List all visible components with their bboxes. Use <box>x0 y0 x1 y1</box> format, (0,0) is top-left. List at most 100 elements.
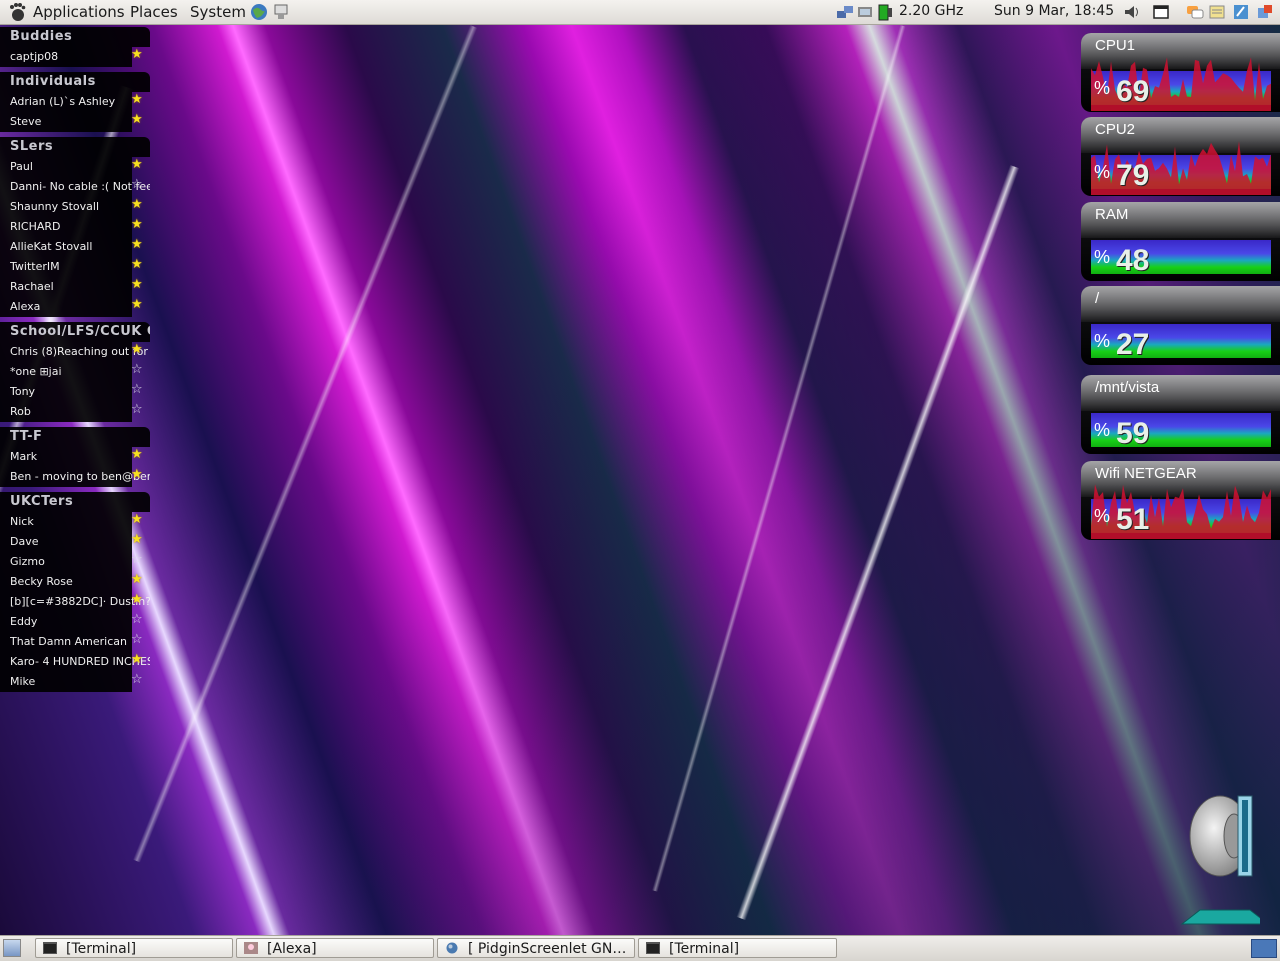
volume-icon[interactable] <box>1123 3 1141 21</box>
status-star-icon: ★ <box>131 197 143 212</box>
percent-sign: % <box>1094 331 1111 351</box>
notes-icon[interactable] <box>1208 3 1226 21</box>
buddy-group-header[interactable]: SLers <box>0 137 150 157</box>
buddy-name: Alexa <box>10 300 41 313</box>
buddy-list-item[interactable]: That Damn American ☆ <box>0 632 143 652</box>
speaker-volume-widget[interactable] <box>1180 792 1260 932</box>
buddy-list-item[interactable]: AllieKat Stovall ★ <box>0 237 143 257</box>
buddy-list-item[interactable]: Mark ★ <box>0 447 143 467</box>
percent-sign: % <box>1094 247 1111 267</box>
monitor-label: /mnt/vista <box>1095 379 1160 396</box>
cpu-frequency[interactable]: 2.20 GHz <box>899 3 963 19</box>
buddy-list-item[interactable]: Adrian (L)`s Ashley ★ <box>0 92 143 112</box>
buddy-list-item[interactable]: Becky Rose ★ <box>0 572 143 592</box>
system-monitor-widget[interactable]: RAM% 48 <box>1081 202 1280 281</box>
taskbar-item-label: [Terminal] <box>669 941 740 957</box>
buddy-list-item[interactable]: Paul ★ <box>0 157 143 177</box>
buddy-name: *one ⊞jai <box>10 365 62 378</box>
terminal-icon <box>646 942 660 954</box>
mail-launcher-icon[interactable] <box>272 3 290 21</box>
places-menu[interactable]: Places <box>130 3 178 21</box>
window-list-icon[interactable] <box>1152 3 1170 21</box>
status-star-icon: ☆ <box>131 632 143 647</box>
buddy-name: Adrian (L)`s Ashley <box>10 95 116 108</box>
system-monitor-widget[interactable]: CPU1% 69 <box>1081 33 1280 112</box>
monitor-label: / <box>1095 290 1100 307</box>
buddy-list-item[interactable]: Mike ☆ <box>0 672 143 692</box>
buddy-name: Mike <box>10 675 36 688</box>
buddy-name: Steve <box>10 115 42 128</box>
buddy-list-item[interactable]: Nick ★ <box>0 512 143 532</box>
buddy-list-item[interactable]: Dave ★ <box>0 532 143 552</box>
buddy-list-item[interactable]: Danni- No cable :( Not feelinc☆ <box>0 177 150 197</box>
taskbar-item-terminal-1[interactable]: [Terminal] <box>35 938 233 958</box>
status-star-icon: ★ <box>131 532 143 547</box>
buddy-list-item[interactable]: Steve ★ <box>0 112 143 132</box>
buddy-group-header[interactable]: School/LFS/CCUK Ol <box>0 322 150 342</box>
buddy-group-header[interactable]: UKCTers <box>0 492 150 512</box>
taskbar-item-label: [Alexa] <box>267 941 317 957</box>
widget-gloss <box>1081 286 1280 322</box>
status-star-icon: ★ <box>131 342 143 357</box>
taskbar-item-pidginscreenlet[interactable]: [ PidginScreenlet GN… <box>437 938 635 958</box>
buddy-list-item[interactable]: [b][c=#3882DC]· Dustin? ★ <box>0 592 150 612</box>
buddy-list-item[interactable]: TwitterIM ★ <box>0 257 143 277</box>
buddy-name: Mark <box>10 450 38 463</box>
taskbar-item-alexa[interactable]: [Alexa] <box>236 938 434 958</box>
percent-sign: % <box>1094 420 1111 440</box>
system-monitor-widget[interactable]: /% 27 <box>1081 286 1280 365</box>
web-browser-icon[interactable] <box>250 3 268 21</box>
top-panel: Applications Places System 2.20 GHz Sun … <box>0 0 1280 25</box>
buddy-list-item[interactable]: captjp08 ★ <box>0 47 143 67</box>
buddy-list-item[interactable]: Karo- 4 HUNDRED INCHES ★ <box>0 652 150 672</box>
buddy-name: Rob <box>10 405 31 418</box>
buddy-list-item[interactable]: Chris (8)Reaching out for ★ <box>0 342 148 362</box>
buddy-list-item[interactable]: Tony ☆ <box>0 382 143 402</box>
buddy-list-item[interactable]: RICHARD ★ <box>0 217 143 237</box>
buddy-name: Ben - moving to ben@benvc <box>10 470 150 483</box>
status-star-icon: ★ <box>131 447 143 462</box>
clock[interactable]: Sun 9 Mar, 18:45 <box>994 3 1114 19</box>
system-monitor-widget[interactable]: Wifi NETGEAR% 51 <box>1081 461 1280 540</box>
taskbar-item-terminal-2[interactable]: [Terminal] <box>638 938 837 958</box>
pidgin-icon[interactable] <box>1186 3 1204 21</box>
gnome-foot-icon[interactable] <box>8 2 26 22</box>
status-star-icon: ☆ <box>131 672 143 687</box>
buddy-name: Becky Rose <box>10 575 73 588</box>
monitor-label: CPU2 <box>1095 121 1136 138</box>
buddy-name: Gizmo <box>10 555 45 568</box>
status-star-icon: ★ <box>131 257 143 272</box>
buddy-list-item[interactable]: Rachael ★ <box>0 277 143 297</box>
terminal-icon <box>43 942 57 954</box>
buddy-list-item[interactable]: Rob ☆ <box>0 402 143 422</box>
network-manager-icon[interactable] <box>856 3 874 21</box>
system-monitor-widget[interactable]: CPU2% 79 <box>1081 117 1280 196</box>
battery-icon[interactable] <box>876 3 894 21</box>
network-icon[interactable] <box>836 3 854 21</box>
buddy-group-header[interactable]: Individuals <box>0 72 150 92</box>
applications-menu[interactable]: Applications <box>33 3 125 21</box>
buddy-group-header[interactable]: TT-F <box>0 427 150 447</box>
buddy-list-item[interactable]: Eddy ☆ <box>0 612 143 632</box>
buddy-list-item[interactable]: Ben - moving to ben@benvc★ <box>0 467 150 487</box>
buddy-list-item[interactable]: Shaunny Stovall ★ <box>0 197 143 217</box>
status-star-icon: ★ <box>131 92 143 107</box>
taskbar-item-label: [ PidginScreenlet GN… <box>468 941 627 957</box>
globe-icon <box>446 942 458 954</box>
buddy-list-item[interactable]: *one ⊞jai ☆ <box>0 362 143 382</box>
system-menu[interactable]: System <box>190 3 246 21</box>
show-desktop-button[interactable] <box>3 939 21 957</box>
workspace-switcher[interactable] <box>1251 939 1277 958</box>
weather-icon[interactable] <box>1232 3 1250 21</box>
monitor-label: RAM <box>1095 206 1129 223</box>
status-star-icon: ☆ <box>131 382 143 397</box>
status-star-icon: ★ <box>131 467 143 482</box>
percent-sign: % <box>1094 162 1111 182</box>
monitor-value: 48 <box>1116 244 1150 277</box>
buddy-list-item[interactable]: Gizmo ☆ <box>0 552 143 572</box>
update-manager-icon[interactable] <box>1256 3 1274 21</box>
buddy-list-item[interactable]: Alexa ★ <box>0 297 143 317</box>
buddy-group-header[interactable]: Buddies <box>0 27 150 47</box>
system-monitor-widget[interactable]: /mnt/vista% 59 <box>1081 375 1280 454</box>
status-star-icon: ☆ <box>131 552 143 567</box>
